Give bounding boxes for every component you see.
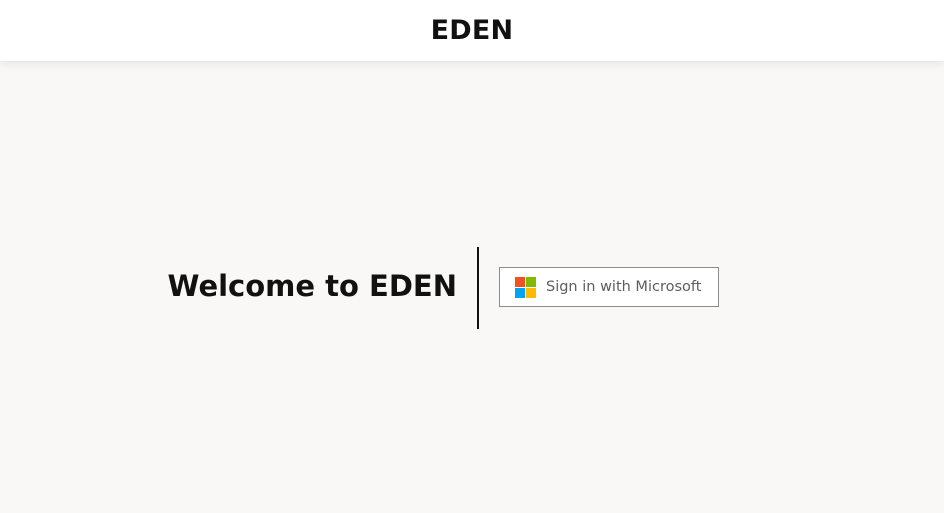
microsoft-logo-icon xyxy=(515,276,536,298)
microsoft-logo-yellow-square xyxy=(526,287,536,298)
app-title: EDEN xyxy=(430,15,514,46)
sign-in-button-label: Sign in with Microsoft xyxy=(546,279,702,295)
welcome-heading: Welcome to EDEN xyxy=(167,269,457,303)
microsoft-logo-red-square xyxy=(515,276,525,287)
app-header: EDEN xyxy=(0,0,944,61)
welcome-section: Welcome to EDEN Sign in with Microsoft xyxy=(0,247,944,329)
sign-in-with-microsoft-button[interactable]: Sign in with Microsoft xyxy=(499,267,719,307)
microsoft-logo-blue-square xyxy=(515,287,525,298)
vertical-divider xyxy=(477,247,479,329)
microsoft-logo-green-square xyxy=(526,276,536,287)
